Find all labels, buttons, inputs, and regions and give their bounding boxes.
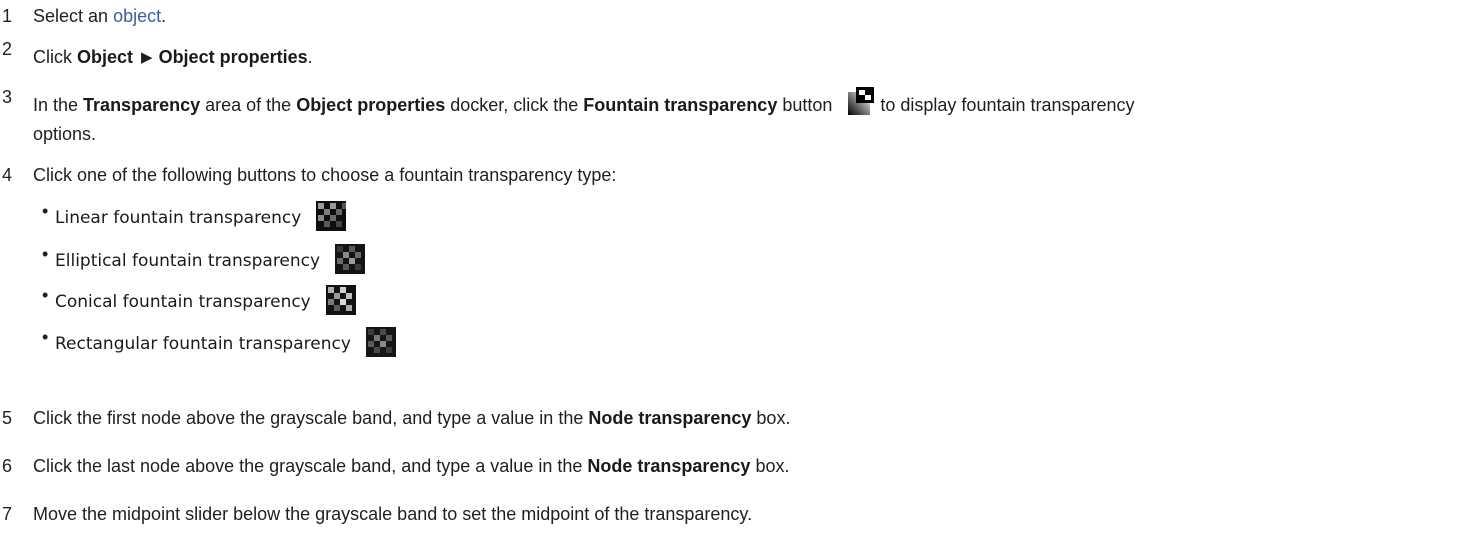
step-text-part: . bbox=[161, 6, 167, 26]
menu-arrow-icon: ▶ bbox=[141, 49, 153, 66]
step-6: 6 Click the last node above the grayscal… bbox=[0, 452, 1466, 480]
option-label: Linear fountain transparency bbox=[55, 207, 302, 228]
step-text-part: . bbox=[307, 47, 313, 67]
step-1: 1 Select an object. bbox=[0, 2, 1466, 30]
node-transparency-label: Node transparency bbox=[587, 456, 751, 476]
step-text-part: Select an bbox=[33, 6, 114, 26]
option-label-text: Linear fountain transparency bbox=[55, 208, 302, 228]
bullet: • bbox=[42, 201, 49, 221]
step-number: 5 bbox=[2, 408, 13, 428]
linear-fountain-icon[interactable] bbox=[316, 201, 347, 232]
option-elliptical: • Elliptical fountain transparency bbox=[40, 244, 366, 276]
step-text-part: docker, click the bbox=[445, 95, 584, 115]
step-number: 3 bbox=[2, 87, 13, 107]
bullet: • bbox=[42, 327, 49, 347]
option-label: Elliptical fountain transparency bbox=[55, 250, 321, 271]
menu-object-properties-label: Object properties bbox=[158, 47, 308, 67]
rectangular-fountain-icon[interactable] bbox=[365, 327, 396, 358]
step-text-part: box. bbox=[751, 408, 791, 428]
option-label-text: Elliptical fountain transparency bbox=[55, 251, 321, 271]
step-4: 4 Click one of the following buttons to … bbox=[0, 161, 1466, 189]
step-text-part: to display fountain transparency bbox=[880, 95, 1135, 115]
step-number: 6 bbox=[2, 456, 13, 476]
object-properties-label: Object properties bbox=[296, 95, 446, 115]
step-text-part: Click the last node above the grayscale … bbox=[33, 456, 588, 476]
step-2: 2 Click Object ▶ Object properties. bbox=[0, 39, 1466, 73]
step-number: 1 bbox=[2, 6, 13, 26]
fountain-transparency-button-icon bbox=[848, 87, 875, 116]
step-text: Click Object ▶ Object properties. bbox=[33, 43, 1466, 73]
step-5: 5 Click the first node above the graysca… bbox=[0, 404, 1466, 432]
option-rectangular: • Rectangular fountain transparency bbox=[40, 327, 396, 359]
step-text: Click one of the following buttons to ch… bbox=[33, 165, 617, 185]
step-text-part: button bbox=[777, 95, 833, 115]
option-linear: • Linear fountain transparency bbox=[40, 201, 347, 233]
elliptical-fountain-icon[interactable] bbox=[335, 244, 366, 275]
option-label-text: Rectangular fountain transparency bbox=[55, 334, 351, 354]
step-text-part: area of the bbox=[200, 95, 297, 115]
option-label: Conical fountain transparency bbox=[55, 291, 311, 312]
option-conical: • Conical fountain transparency bbox=[40, 285, 356, 317]
object-link[interactable]: object bbox=[113, 6, 161, 26]
menu-object-label: Object bbox=[77, 47, 134, 67]
conical-fountain-icon[interactable] bbox=[325, 285, 356, 316]
node-transparency-label: Node transparency bbox=[588, 408, 752, 428]
step-text: Select an object. bbox=[33, 2, 1466, 30]
fountain-transparency-label: Fountain transparency bbox=[583, 95, 778, 115]
step-text-part: In the bbox=[33, 95, 84, 115]
step-number: 7 bbox=[2, 504, 13, 524]
step-text-part: options. bbox=[33, 124, 97, 145]
option-label-text: Conical fountain transparency bbox=[55, 292, 311, 312]
step-text: Move the midpoint slider below the grays… bbox=[33, 504, 753, 524]
transparency-label: Transparency bbox=[83, 95, 201, 115]
step-number: 2 bbox=[2, 39, 13, 59]
step-text-part: Click bbox=[33, 47, 77, 67]
step-7: 7 Move the midpoint slider below the gra… bbox=[0, 500, 1466, 528]
step-text-part: Click the first node above the grayscale… bbox=[33, 408, 589, 428]
step-text: Click the first node above the grayscale… bbox=[33, 404, 1466, 432]
option-label: Rectangular fountain transparency bbox=[55, 333, 351, 354]
step-text: Click the last node above the grayscale … bbox=[33, 452, 1466, 480]
bullet: • bbox=[42, 244, 49, 264]
step-3: 3 In the Transparency area of the Object… bbox=[0, 87, 1466, 148]
bullet: • bbox=[42, 285, 49, 305]
step-text-part: box. bbox=[750, 456, 790, 476]
step-number: 4 bbox=[2, 165, 13, 185]
step-text: In the Transparency area of the Object p… bbox=[33, 87, 1466, 148]
